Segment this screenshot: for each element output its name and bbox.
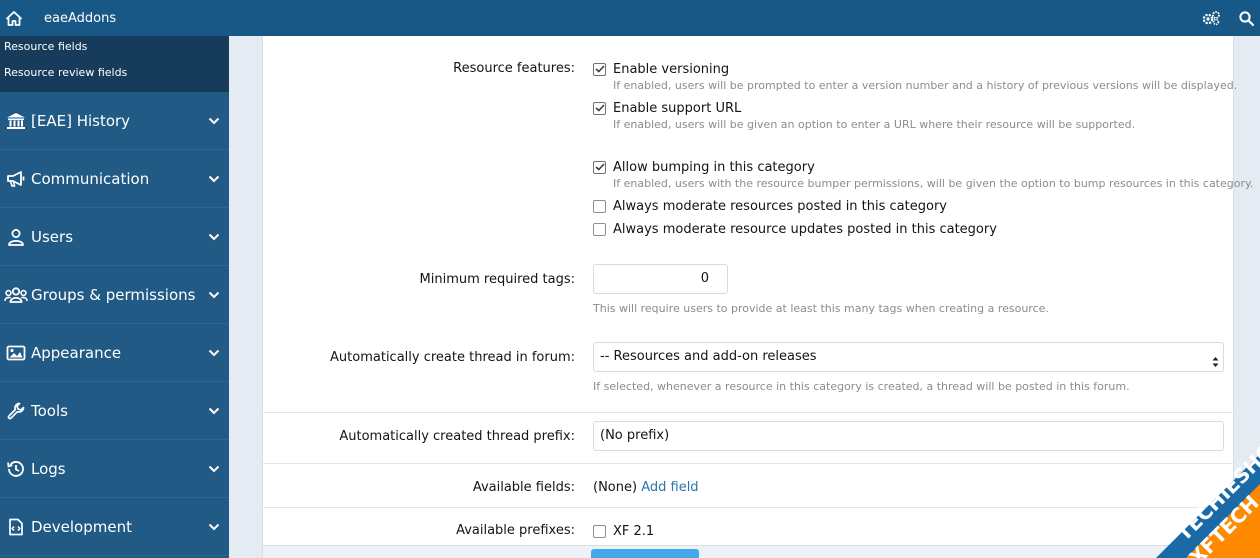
form-submit-row xyxy=(263,545,1233,558)
add-field-link[interactable]: Add field xyxy=(641,480,698,495)
thread-prefix-label: Automatically created thread prefix: xyxy=(339,429,575,444)
sidebar-item-groups-permissions[interactable]: Groups & permissions xyxy=(0,266,229,324)
brand-title[interactable]: eaeAddons xyxy=(44,11,116,26)
bank-icon xyxy=(4,112,28,130)
enable-versioning-hint: If enabled, users will be prompted to en… xyxy=(613,79,1238,92)
sidebar-item-communication[interactable]: Communication xyxy=(0,150,229,208)
chevron-down-icon[interactable] xyxy=(199,291,229,299)
thread-forum-select[interactable]: -- Resources and add-on releases xyxy=(593,342,1224,372)
chevron-down-icon[interactable] xyxy=(199,523,229,531)
chevron-down-icon[interactable] xyxy=(199,349,229,357)
file-code-icon xyxy=(4,518,28,536)
sidebar-item-label: Logs xyxy=(31,459,66,478)
enable-support-url-label[interactable]: Enable support URL xyxy=(613,101,741,116)
wrench-icon xyxy=(4,402,28,420)
moderate-updates-checkbox[interactable] xyxy=(593,222,606,236)
sidebar-item-appearance[interactable]: Appearance xyxy=(0,324,229,382)
sidebar-item-eae-history[interactable]: [EAE] History xyxy=(0,92,229,150)
thread-prefix-value: (No prefix) xyxy=(600,428,670,443)
category-edit-form: Resource features: Enable versioning If … xyxy=(262,36,1253,558)
sidebar-item-label: Development xyxy=(31,517,132,536)
enable-versioning-checkbox[interactable] xyxy=(593,62,606,76)
available-prefixes-label: Available prefixes: xyxy=(456,523,575,538)
allow-bumping-option[interactable]: Allow bumping in this category If enable… xyxy=(593,158,1253,190)
image-icon xyxy=(4,345,28,361)
enable-support-url-hint: If enabled, users will be given an optio… xyxy=(613,118,1136,131)
cogs-icon[interactable] xyxy=(1201,10,1221,26)
select-arrows-icon xyxy=(1212,351,1219,379)
form-separator xyxy=(263,412,1233,413)
available-fields-none: (None) xyxy=(593,480,638,495)
prefix-checkbox[interactable] xyxy=(593,524,606,538)
moderate-resources-option[interactable]: Always moderate resources posted in this… xyxy=(593,197,947,215)
sidebar-item-label: Users xyxy=(31,227,74,246)
resource-features-label: Resource features: xyxy=(453,61,575,76)
min-tags-hint: This will require users to provide at le… xyxy=(593,302,1049,315)
allow-bumping-label[interactable]: Allow bumping in this category xyxy=(613,160,815,175)
thread-prefix-select[interactable]: (No prefix) xyxy=(593,421,1224,451)
sidebar-item-label: Groups & permissions xyxy=(31,285,196,304)
available-fields-label: Available fields: xyxy=(472,480,575,495)
sidebar: Resource fields Resource review fields [… xyxy=(0,36,229,558)
prefix-label[interactable]: XF 2.1 xyxy=(613,524,654,539)
users-icon xyxy=(4,286,28,304)
sidebar-item-users[interactable]: Users xyxy=(0,208,229,266)
enable-support-url-checkbox[interactable] xyxy=(593,101,606,115)
enable-versioning-option[interactable]: Enable versioning If enabled, users will… xyxy=(593,60,1237,92)
chevron-down-icon[interactable] xyxy=(199,465,229,473)
chevron-down-icon[interactable] xyxy=(199,407,229,415)
sidebar-subitem-resource-fields[interactable]: Resource fields xyxy=(0,38,229,64)
thread-forum-label: Automatically create thread in forum: xyxy=(330,350,575,365)
home-icon[interactable] xyxy=(0,10,28,26)
form-separator xyxy=(263,507,1233,508)
prefix-option[interactable]: XF 2.1 xyxy=(593,522,654,540)
chevron-down-icon[interactable] xyxy=(199,117,229,125)
sidebar-item-label: Communication xyxy=(31,169,150,188)
min-tags-label: Minimum required tags: xyxy=(419,272,575,287)
save-button[interactable] xyxy=(591,549,699,558)
thread-forum-value: -- Resources and add-on releases xyxy=(600,349,817,364)
megaphone-icon xyxy=(4,170,28,188)
sidebar-item-development[interactable]: Development xyxy=(0,498,229,556)
sidebar-item-label: Tools xyxy=(31,401,68,420)
top-bar: eaeAddons xyxy=(0,0,1260,36)
history-icon xyxy=(4,460,28,478)
sidebar-subitem-resource-review-fields[interactable]: Resource review fields xyxy=(0,64,229,90)
allow-bumping-hint: If enabled, users with the resource bump… xyxy=(613,177,1254,190)
min-tags-input[interactable]: 0 xyxy=(593,264,728,294)
moderate-resources-checkbox[interactable] xyxy=(593,199,606,213)
allow-bumping-checkbox[interactable] xyxy=(593,160,606,174)
sidebar-item-logs[interactable]: Logs xyxy=(0,440,229,498)
moderate-updates-option[interactable]: Always moderate resource updates posted … xyxy=(593,220,997,238)
enable-versioning-label[interactable]: Enable versioning xyxy=(613,62,729,77)
sidebar-submenu: Resource fields Resource review fields xyxy=(0,36,229,92)
sidebar-item-label: Appearance xyxy=(31,343,122,362)
chevron-down-icon[interactable] xyxy=(199,175,229,183)
sidebar-item-label: [EAE] History xyxy=(31,111,131,130)
moderate-resources-label[interactable]: Always moderate resources posted in this… xyxy=(613,199,947,214)
user-icon xyxy=(4,228,28,246)
sidebar-item-tools[interactable]: Tools xyxy=(0,382,229,440)
moderate-updates-label[interactable]: Always moderate resource updates posted … xyxy=(613,222,997,237)
thread-forum-hint: If selected, whenever a resource in this… xyxy=(593,380,1130,393)
search-icon[interactable] xyxy=(1239,10,1254,26)
chevron-down-icon[interactable] xyxy=(199,233,229,241)
form-separator xyxy=(263,463,1233,464)
enable-support-url-option[interactable]: Enable support URL If enabled, users wil… xyxy=(593,99,1135,131)
